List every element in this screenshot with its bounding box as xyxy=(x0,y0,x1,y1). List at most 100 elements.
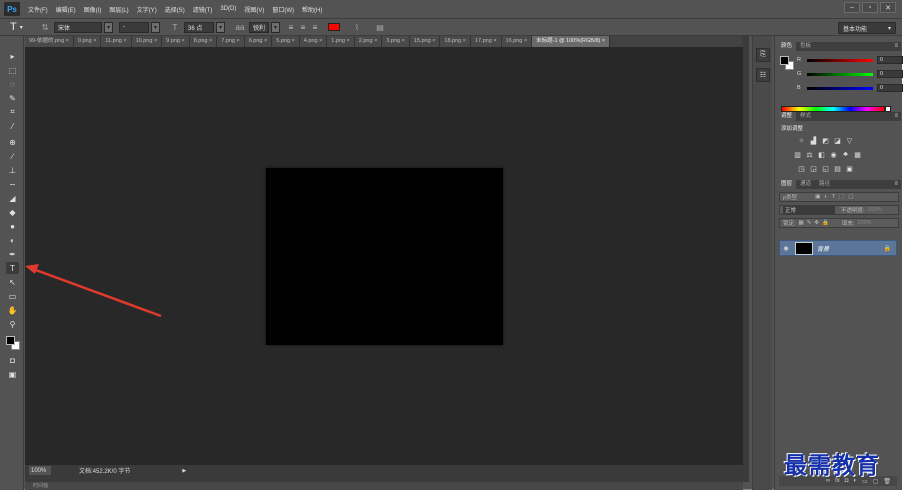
menu-3d[interactable]: 3D(D) xyxy=(220,6,236,12)
history-brush-tool-icon[interactable]: ∽ xyxy=(6,178,19,190)
text-orientation-icon[interactable]: ⇅ xyxy=(39,21,51,33)
color-lookup-icon[interactable]: ▦ xyxy=(853,150,862,159)
opacity-input[interactable]: 100% xyxy=(868,207,882,213)
tab-paths[interactable]: 路径 xyxy=(815,180,834,189)
slider-green[interactable]: G 0 xyxy=(797,69,903,79)
panel-menu-icon[interactable]: ≡ xyxy=(894,112,901,121)
curves-icon[interactable]: ◩ xyxy=(821,136,830,145)
channel-mixer-icon[interactable]: ♣ xyxy=(841,150,850,159)
stamp-tool-icon[interactable]: ⊥ xyxy=(6,164,19,176)
panel-menu-icon[interactable]: ≡ xyxy=(894,42,901,51)
tab-swatches[interactable]: 色板 xyxy=(796,42,815,51)
document-info[interactable]: 文档:452.2K/0 字节 xyxy=(79,466,130,475)
font-family-dropdown[interactable]: ▾ xyxy=(104,21,113,33)
quick-select-tool-icon[interactable]: ✎ xyxy=(6,92,19,104)
vertical-scrollbar[interactable] xyxy=(743,36,749,482)
text-color-swatch[interactable] xyxy=(328,23,340,31)
font-family-field[interactable]: 宋体 xyxy=(54,21,102,33)
menu-file[interactable]: 文件(F) xyxy=(28,5,48,14)
selective-color-icon[interactable]: ▣ xyxy=(845,164,854,173)
menu-view[interactable]: 视图(V) xyxy=(244,5,264,14)
tab-adjustments[interactable]: 调整 xyxy=(777,112,797,121)
color-balance-icon[interactable]: ⚖ xyxy=(805,150,814,159)
crop-tool-icon[interactable]: ⌗ xyxy=(6,106,19,118)
foreground-color-swatch[interactable] xyxy=(6,336,15,345)
menu-window[interactable]: 窗口(W) xyxy=(272,5,294,14)
shape-tool-icon[interactable]: ▭ xyxy=(6,290,19,302)
menu-help[interactable]: 帮助(H) xyxy=(302,5,322,14)
menu-filter[interactable]: 滤镜(T) xyxy=(193,5,213,14)
blend-mode-select[interactable]: 正常 xyxy=(783,206,835,214)
tab-layers[interactable]: 图层 xyxy=(777,180,797,189)
restore-button[interactable]: ▫ xyxy=(862,2,878,13)
align-left-icon[interactable]: ≡ xyxy=(286,22,296,32)
layer-item[interactable]: ◉ 背景 🔒 xyxy=(779,240,897,256)
photo-filter-icon[interactable]: ◉ xyxy=(829,150,838,159)
font-style-dropdown[interactable]: ▾ xyxy=(151,21,160,33)
green-value-input[interactable]: 0 xyxy=(877,70,903,78)
slider-blue[interactable]: B 0 xyxy=(797,83,903,93)
menu-edit[interactable]: 编辑(E) xyxy=(56,5,76,14)
eyedropper-tool-icon[interactable]: ⁄ xyxy=(6,120,19,132)
blue-value-input[interactable]: 0 xyxy=(877,84,903,92)
font-size-dropdown[interactable]: ▾ xyxy=(216,21,225,33)
eye-icon[interactable]: ◉ xyxy=(780,245,792,252)
posterize-icon[interactable]: ◲ xyxy=(809,164,818,173)
layer-filter[interactable]: ρ类型 ▣◐T⬚▢ xyxy=(779,192,899,202)
timeline-bar[interactable]: 时间轴 xyxy=(25,482,743,490)
levels-icon[interactable]: ▟ xyxy=(809,136,818,145)
zoom-tool-icon[interactable]: ⚲ xyxy=(6,318,19,330)
pen-tool-icon[interactable]: ✒ xyxy=(6,248,19,260)
brightness-icon[interactable]: ☼ xyxy=(797,136,806,145)
character-panel-icon[interactable]: ▤ xyxy=(374,21,386,33)
tool-preset-picker[interactable]: T ▾ xyxy=(10,20,36,34)
slider-red[interactable]: R 0 xyxy=(797,55,903,65)
fill-input[interactable]: 100% xyxy=(857,220,871,226)
invert-icon[interactable]: ◳ xyxy=(797,164,806,173)
blur-tool-icon[interactable]: ● xyxy=(6,220,19,232)
align-center-icon[interactable]: ≡ xyxy=(298,22,308,32)
exposure-icon[interactable]: ◪ xyxy=(833,136,842,145)
tab-color[interactable]: 颜色 xyxy=(777,42,797,51)
panel-menu-icon[interactable]: ≡ xyxy=(894,180,901,189)
menu-image[interactable]: 图像(I) xyxy=(84,5,102,14)
menu-select[interactable]: 选择(S) xyxy=(165,5,185,14)
workspace-select[interactable]: 基本功能 ▾ xyxy=(838,22,896,34)
quick-mask-icon[interactable]: ◘ xyxy=(6,354,19,366)
antialias-field[interactable]: 锐利 xyxy=(249,21,269,33)
properties-panel-icon[interactable]: ☷ xyxy=(756,68,770,82)
trash-icon[interactable]: 🗑 xyxy=(883,478,891,485)
path-select-tool-icon[interactable]: ↖ xyxy=(6,276,19,288)
dodge-tool-icon[interactable]: ◐ xyxy=(6,234,19,246)
minimize-button[interactable]: – xyxy=(844,2,860,13)
warp-text-icon[interactable]: ⌇ xyxy=(351,21,363,33)
move-tool-icon[interactable]: ▸ xyxy=(6,50,19,62)
eraser-tool-icon[interactable]: ◢ xyxy=(6,192,19,204)
healing-brush-tool-icon[interactable]: ⊕ xyxy=(6,136,19,148)
hand-tool-icon[interactable]: ✋ xyxy=(6,304,19,316)
menu-layer[interactable]: 图层(L) xyxy=(109,5,128,14)
lasso-tool-icon[interactable]: ◌ xyxy=(6,78,19,90)
gradient-map-icon[interactable]: ▤ xyxy=(833,164,842,173)
close-button[interactable]: ✕ xyxy=(880,2,896,13)
black-white-icon[interactable]: ◧ xyxy=(817,150,826,159)
tab-channels[interactable]: 通道 xyxy=(796,180,815,189)
threshold-icon[interactable]: ◱ xyxy=(821,164,830,173)
status-menu-arrow-icon[interactable]: ▶ xyxy=(182,468,186,474)
gradient-tool-icon[interactable]: ◆ xyxy=(6,206,19,218)
tab-styles[interactable]: 样式 xyxy=(796,112,815,121)
font-style-field[interactable]: - xyxy=(119,21,149,33)
zoom-level[interactable]: 100% xyxy=(29,466,51,475)
vibrance-icon[interactable]: ▽ xyxy=(845,136,854,145)
menu-type[interactable]: 文字(Y) xyxy=(137,5,157,14)
history-panel-icon[interactable]: ⎘ xyxy=(756,48,770,62)
hue-saturation-icon[interactable]: ▥ xyxy=(793,150,802,159)
font-size-field[interactable]: 36 点 xyxy=(184,21,214,33)
screen-mode-icon[interactable]: ▣ xyxy=(6,368,19,380)
brush-tool-icon[interactable]: ∕ xyxy=(6,150,19,162)
lock-icons[interactable]: ▦✎✥🔒 xyxy=(799,220,832,226)
type-tool-icon[interactable]: T xyxy=(6,262,19,274)
red-value-input[interactable]: 0 xyxy=(877,56,903,64)
antialias-dropdown[interactable]: ▾ xyxy=(271,21,280,33)
marquee-tool-icon[interactable]: ⬚ xyxy=(6,64,19,76)
